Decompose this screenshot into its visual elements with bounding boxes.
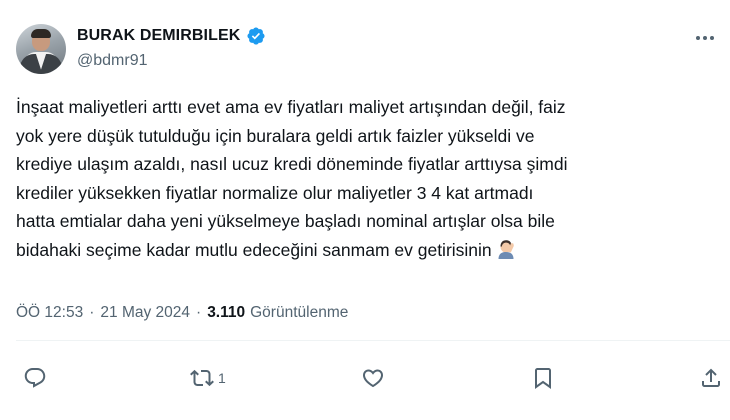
author-name-row: BURAK DEMIRBILEK: [77, 26, 266, 46]
retweet-button[interactable]: 1: [190, 360, 226, 396]
views-count[interactable]: 3.110: [207, 304, 245, 322]
tweet-text: İnşaat maliyetleri arttı evet ama ev fiy…: [16, 93, 720, 264]
retweet-icon: [190, 369, 214, 387]
avatar[interactable]: [16, 24, 66, 74]
reply-button[interactable]: [23, 360, 51, 396]
verified-badge-icon[interactable]: [246, 26, 266, 46]
more-options-icon[interactable]: [692, 30, 718, 46]
like-icon: [362, 369, 384, 388]
tweet-date[interactable]: 21 May 2024: [100, 304, 190, 322]
views-label[interactable]: Görüntülenme: [250, 304, 348, 322]
tweet-body: İnşaat maliyetleri arttı evet ama ev fiy…: [16, 97, 568, 260]
retweet-count: 1: [218, 370, 226, 386]
divider: [16, 340, 730, 341]
tweet-actions-bar: 1: [0, 360, 730, 396]
author-display-name[interactable]: BURAK DEMIRBILEK: [77, 27, 240, 45]
bookmark-icon: [535, 368, 551, 389]
person-facepalming-emoji-icon: [496, 238, 517, 259]
like-button[interactable]: [361, 360, 389, 396]
reply-icon: [24, 368, 46, 388]
tweet-meta: ÖÖ 12:53 · 21 May 2024 · 3.110 Görüntüle…: [16, 304, 348, 322]
tweet-time[interactable]: ÖÖ 12:53: [16, 304, 83, 322]
meta-separator: ·: [89, 304, 95, 321]
meta-separator: ·: [196, 304, 202, 321]
author-handle[interactable]: @bdmr91: [77, 52, 148, 70]
share-icon: [702, 368, 720, 387]
share-button[interactable]: [699, 360, 723, 396]
bookmark-button[interactable]: [531, 360, 555, 396]
